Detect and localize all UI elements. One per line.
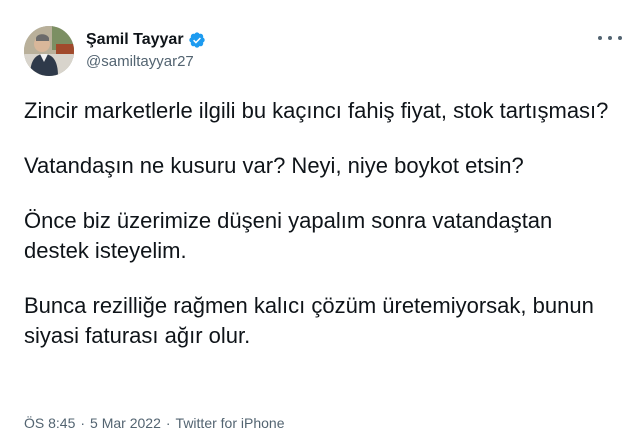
- tweet-paragraph: Vatandaşın ne kusuru var? Neyi, niye boy…: [24, 153, 524, 178]
- tweet-card: Şamil Tayyar @samiltayyar27 Zincir marke…: [0, 0, 640, 445]
- meta-separator: ·: [80, 415, 86, 431]
- more-horizontal-icon-dot: [598, 36, 602, 40]
- tweet-paragraph: Önce biz üzerimize düşeni yapalım sonra …: [24, 208, 553, 263]
- author-handle[interactable]: @samiltayyar27: [86, 52, 206, 72]
- avatar[interactable]: [24, 26, 74, 76]
- more-options-button[interactable]: [598, 30, 622, 46]
- tweet-time[interactable]: ÖS 8:45: [24, 414, 75, 432]
- tweet-text: Zincir marketlerle ilgili bu kaçıncı fah…: [24, 96, 614, 351]
- meta-separator: ·: [165, 415, 171, 431]
- tweet-paragraph: Zincir marketlerle ilgili bu kaçıncı fah…: [24, 98, 609, 123]
- tweet-header: Şamil Tayyar @samiltayyar27: [20, 22, 620, 80]
- tweet-date[interactable]: 5 Mar 2022: [90, 414, 161, 432]
- display-name[interactable]: Şamil Tayyar: [86, 30, 184, 50]
- author-info: Şamil Tayyar @samiltayyar27: [86, 30, 206, 72]
- verified-badge-icon: [188, 31, 206, 49]
- tweet-paragraph: Bunca rezilliğe rağmen kalıcı çözüm üret…: [24, 293, 594, 348]
- name-row: Şamil Tayyar: [86, 30, 206, 50]
- tweet-meta: ÖS 8:45 · 5 Mar 2022 · Twitter for iPhon…: [24, 414, 284, 432]
- more-horizontal-icon-dot: [608, 36, 612, 40]
- avatar-image: [24, 26, 74, 76]
- tweet-source[interactable]: Twitter for iPhone: [176, 414, 285, 432]
- more-horizontal-icon-dot: [618, 36, 622, 40]
